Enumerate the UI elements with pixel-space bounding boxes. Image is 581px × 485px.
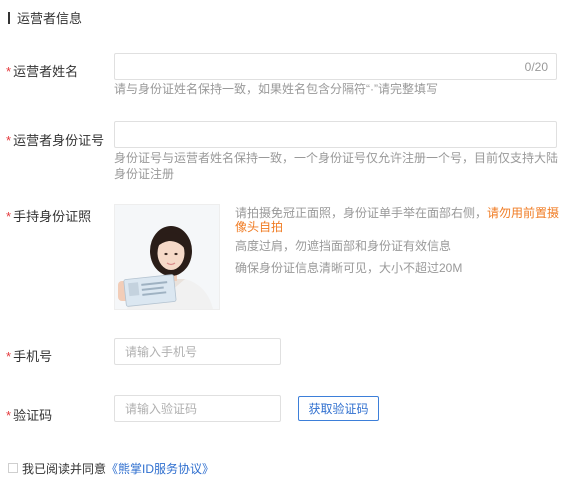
id-photo-hint-1-text: 请拍摄免冠正面照，身份证单手举在面部右侧， bbox=[235, 206, 488, 220]
required-mark: * bbox=[6, 64, 12, 79]
service-agreement-link[interactable]: 《熊掌ID服务协议》 bbox=[106, 462, 214, 476]
name-label-text: 运营者姓名 bbox=[13, 64, 79, 79]
required-mark: * bbox=[6, 209, 12, 224]
required-mark: * bbox=[6, 133, 12, 148]
phone-label: * 手机号 bbox=[6, 346, 52, 365]
id-photo-warning-text: 请勿用前置摄 bbox=[487, 206, 560, 220]
id-photo-hint-3: 确保身份证信息清晰可见，大小不超过20M bbox=[235, 261, 463, 275]
agreement-row: 我已阅读并同意《熊掌ID服务协议》 bbox=[22, 460, 214, 477]
id-photo-hint-1: 请拍摄免冠正面照，身份证单手举在面部右侧，请勿用前置摄 像头自拍 bbox=[235, 206, 565, 234]
required-mark: * bbox=[6, 349, 12, 364]
required-mark: * bbox=[6, 408, 12, 423]
id-photo-example-image bbox=[114, 204, 220, 310]
code-input-placeholder: 请输入验证码 bbox=[125, 402, 198, 416]
section-title-text: 运营者信息 bbox=[17, 11, 83, 26]
get-code-button[interactable]: 获取验证码 bbox=[298, 396, 379, 421]
phone-label-text: 手机号 bbox=[13, 349, 53, 364]
id-photo-label: * 手持身份证照 bbox=[6, 206, 91, 225]
id-number-label: * 运营者身份证号 bbox=[6, 130, 104, 149]
name-label: * 运营者姓名 bbox=[6, 61, 78, 80]
id-number-hint-line1: 身份证号与运营者姓名保持一致，一个身份证号仅允许注册一个号，目前仅支持大陆 bbox=[114, 151, 559, 165]
name-char-counter: 0/20 bbox=[524, 59, 548, 74]
name-input[interactable]: 0/20 bbox=[114, 53, 557, 80]
name-hint: 请与身份证姓名保持一致，如果姓名包含分隔符“·”请完整填写 bbox=[114, 82, 438, 96]
id-photo-label-text: 手持身份证照 bbox=[13, 209, 92, 224]
phone-input[interactable]: 请输入手机号 bbox=[114, 338, 281, 365]
code-label: * 验证码 bbox=[6, 405, 52, 424]
id-photo-hint-2: 高度过肩，勿遮挡面部和身份证有效信息 bbox=[235, 239, 452, 253]
section-title-bar bbox=[8, 11, 10, 24]
code-label-text: 验证码 bbox=[13, 408, 53, 423]
agreement-checkbox[interactable] bbox=[8, 463, 18, 473]
id-number-label-text: 运营者身份证号 bbox=[13, 133, 105, 148]
id-photo-warning-text-cont: 像头自拍 bbox=[235, 220, 284, 234]
agreement-text: 我已阅读并同意 bbox=[22, 462, 107, 476]
id-photo-sample-icon bbox=[115, 205, 219, 309]
id-number-input[interactable] bbox=[114, 121, 557, 148]
code-input[interactable]: 请输入验证码 bbox=[114, 395, 281, 422]
id-number-hint-line2: 身份证注册 bbox=[114, 167, 175, 181]
id-number-hint: 身份证号与运营者姓名保持一致，一个身份证号仅允许注册一个号，目前仅支持大陆 身份… bbox=[114, 150, 564, 182]
section-title: 运营者信息 bbox=[8, 8, 82, 27]
phone-input-placeholder: 请输入手机号 bbox=[125, 345, 198, 359]
